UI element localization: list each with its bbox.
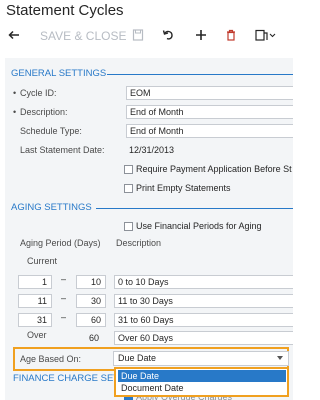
age-based-on-value: Due Date (118, 353, 157, 363)
age-based-on-select[interactable]: Due Date (113, 351, 289, 366)
aging-description-field[interactable]: 11 to 30 Days (114, 294, 293, 308)
age-based-on-label: Age Based On: (20, 354, 82, 364)
required-marker: • (13, 88, 17, 98)
aging-description-header: Description (116, 238, 162, 248)
require-payment-checkbox[interactable] (124, 165, 133, 174)
add-icon[interactable] (194, 24, 208, 48)
finance-charge-header: FINANCE CHARGE SET (13, 373, 120, 384)
aging-from-field[interactable]: 11 (18, 294, 52, 308)
last-statement-value: 12/31/2013 (129, 145, 175, 155)
over-description-field[interactable]: Over 60 Days (114, 331, 293, 345)
save-icon[interactable] (132, 24, 144, 48)
section-divider (96, 208, 293, 209)
section-divider (107, 74, 293, 75)
schedule-type-select[interactable]: End of Month (126, 124, 293, 138)
required-marker: • (13, 107, 17, 117)
chevron-down-icon[interactable] (277, 356, 283, 360)
aging-to-field[interactable]: 10 (76, 275, 106, 289)
cycle-id-label: Cycle ID: (20, 88, 57, 98)
aging-from-field[interactable]: 31 (18, 313, 52, 327)
print-empty-label: Print Empty Statements (136, 183, 231, 193)
option-document-date[interactable]: Document Date (118, 382, 286, 394)
option-due-date[interactable]: Due Date (118, 370, 286, 382)
aging-period-header: Aging Period (Days) (20, 238, 101, 248)
delete-icon[interactable] (225, 24, 237, 48)
over-value: 60 (89, 333, 100, 343)
age-based-on-dropdown: Due Date Document Date (114, 367, 289, 397)
range-dash: – (61, 274, 67, 284)
aging-description-field[interactable]: 0 to 10 Days (114, 275, 293, 289)
back-arrow-icon[interactable] (7, 24, 21, 48)
use-financial-periods-checkbox[interactable] (124, 222, 133, 231)
cycle-id-field[interactable]: EOM (126, 86, 293, 100)
aging-to-field[interactable]: 60 (76, 313, 106, 327)
over-label: Over (27, 330, 47, 340)
schedule-type-label: Schedule Type: (20, 126, 82, 136)
current-label: Current (27, 256, 58, 266)
copy-paste-icon[interactable] (254, 24, 276, 48)
use-financial-periods-label: Use Financial Periods for Aging (136, 221, 262, 231)
general-settings-header: GENERAL SETTINGS (11, 68, 107, 79)
page-title: Statement Cycles (6, 2, 124, 19)
undo-icon[interactable] (161, 24, 175, 48)
save-close-button[interactable]: SAVE & CLOSE (40, 24, 126, 48)
toolbar: SAVE & CLOSE (0, 24, 293, 48)
description-field[interactable]: End of Month (126, 105, 293, 119)
range-dash: – (61, 312, 67, 322)
range-dash: – (61, 293, 67, 303)
aging-to-field[interactable]: 30 (76, 294, 106, 308)
aging-from-field[interactable]: 1 (18, 275, 52, 289)
print-empty-checkbox[interactable] (124, 184, 133, 193)
aging-settings-header: AGING SETTINGS (11, 202, 92, 213)
require-payment-label: Require Payment Application Before St (136, 164, 292, 174)
aging-description-field[interactable]: 31 to 60 Days (114, 313, 293, 327)
last-statement-label: Last Statement Date: (20, 145, 105, 155)
description-label: Description: (20, 107, 68, 117)
